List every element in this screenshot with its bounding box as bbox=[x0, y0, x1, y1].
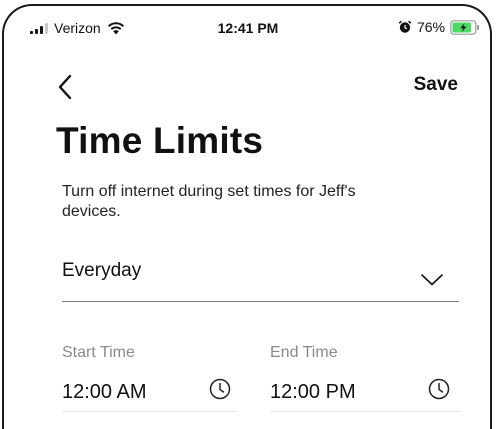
alarm-icon bbox=[398, 20, 412, 33]
page-description: Turn off internet during set times for J… bbox=[62, 183, 356, 220]
start-time-value: 12:00 AM bbox=[62, 381, 147, 403]
end-time-underline bbox=[270, 411, 460, 412]
save-button[interactable]: Save bbox=[414, 74, 458, 96]
start-time-label: Start Time bbox=[62, 344, 135, 361]
clock-icon[interactable] bbox=[209, 378, 231, 400]
schedule-selected-value: Everyday bbox=[62, 260, 142, 281]
start-time-underline bbox=[62, 411, 236, 412]
page-title: Time Limits bbox=[56, 120, 264, 161]
status-bar: Verizon 12:41 PM 76% bbox=[0, 0, 496, 52]
end-time-value: 12:00 PM bbox=[270, 381, 356, 403]
battery-icon bbox=[450, 19, 479, 35]
end-time-field[interactable]: End Time 12:00 PM bbox=[270, 340, 460, 412]
schedule-select[interactable]: Everyday bbox=[62, 254, 459, 302]
back-button[interactable] bbox=[56, 70, 84, 104]
battery-percent: 76% bbox=[416, 19, 445, 35]
start-time-field[interactable]: Start Time 12:00 AM bbox=[62, 340, 236, 412]
clock-icon[interactable] bbox=[428, 378, 450, 400]
chevron-left-icon bbox=[58, 74, 72, 100]
chevron-down-icon bbox=[421, 274, 443, 286]
status-right: 76% bbox=[398, 19, 480, 35]
end-time-label: End Time bbox=[270, 344, 338, 361]
